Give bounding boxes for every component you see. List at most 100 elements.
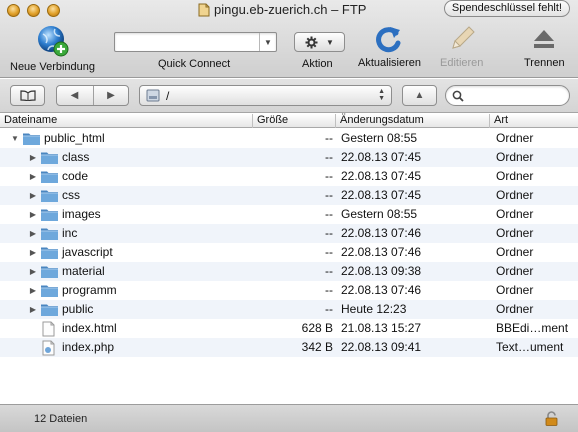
column-header-name[interactable]: Dateiname — [0, 114, 253, 128]
search-field[interactable] — [445, 85, 570, 106]
quick-connect-input[interactable] — [115, 33, 257, 51]
disclosure-open-icon[interactable]: ▼ — [10, 129, 20, 148]
search-input[interactable] — [468, 88, 563, 103]
file-size: -- — [325, 150, 333, 164]
file-row[interactable]: ▶ programm -- 22.08.13 07:46 Ordner — [0, 281, 578, 300]
column-header-size[interactable]: Größe — [253, 114, 336, 128]
folder-icon — [40, 188, 59, 203]
disclosure-closed-icon[interactable]: ▶ — [28, 224, 38, 243]
file-name: public — [62, 302, 94, 316]
globe-plus-icon — [37, 26, 68, 57]
file-row[interactable]: ▶ inc -- 22.08.13 07:46 Ordner — [0, 224, 578, 243]
history-nav: ◀ ▶ — [56, 85, 129, 106]
pencil-icon — [451, 26, 475, 49]
disclosure-closed-icon[interactable]: ▶ — [28, 281, 38, 300]
disclosure-closed-icon[interactable]: ▶ — [28, 205, 38, 224]
file-date: 22.08.13 07:46 — [341, 245, 422, 259]
path-text: / — [166, 88, 170, 103]
file-row[interactable]: ▶ class -- 22.08.13 07:45 Ordner — [0, 148, 578, 167]
file-kind: Ordner — [496, 131, 534, 145]
file-row[interactable]: ▶ css -- 22.08.13 07:45 Ordner — [0, 186, 578, 205]
parent-folder-button[interactable]: ▲ — [402, 85, 437, 106]
gear-icon — [305, 36, 318, 48]
file-kind: Ordner — [496, 207, 534, 221]
folder-icon — [22, 131, 41, 146]
book-icon — [19, 90, 36, 101]
chevron-down-icon: ▼ — [326, 37, 334, 47]
window-title-area: pingu.eb-zuerich.ch – FTP — [198, 2, 366, 17]
folder-icon — [40, 302, 59, 317]
file-row[interactable]: ▼ public_html -- Gestern 08:55 Ordner — [0, 129, 578, 148]
chevron-down-icon[interactable]: ▼ — [259, 33, 276, 51]
zoom-button[interactable] — [47, 4, 60, 17]
edit-label: Editieren — [440, 57, 484, 69]
lock-icon[interactable] — [545, 411, 558, 426]
file-name: index.php — [62, 340, 115, 354]
file-row[interactable]: ▶ javascript -- 22.08.13 07:46 Ordner — [0, 243, 578, 262]
file-row[interactable]: ▶ public -- Heute 12:23 Ordner — [0, 300, 578, 319]
file-kind: Ordner — [496, 226, 534, 240]
file-size: -- — [325, 245, 333, 259]
file-kind: Ordner — [496, 245, 534, 259]
bookmarks-button[interactable] — [10, 85, 45, 106]
file-name: programm — [62, 283, 117, 297]
status-bar: 12 Dateien — [0, 404, 578, 432]
folder-icon — [40, 150, 59, 165]
disclosure-closed-icon[interactable]: ▶ — [28, 167, 38, 186]
file-kind: Ordner — [496, 169, 534, 183]
column-header-kind[interactable]: Art — [490, 114, 578, 128]
file-name: index.html — [62, 321, 117, 335]
path-selector[interactable]: / ▲ ▼ — [139, 85, 392, 106]
donation-key-badge[interactable]: Spendeschlüssel fehlt! — [443, 0, 570, 17]
file-row[interactable]: index.html 628 B 21.08.13 15:27 BBEdi…ment — [0, 319, 578, 338]
disclosure-closed-icon[interactable]: ▶ — [28, 262, 38, 281]
php-file-icon — [41, 340, 56, 356]
file-date: Heute 12:23 — [341, 302, 407, 316]
file-date: 21.08.13 15:27 — [341, 321, 422, 335]
back-button[interactable]: ◀ — [57, 86, 93, 105]
ftp-window: pingu.eb-zuerich.ch – FTP Spendeschlüsse… — [0, 0, 578, 432]
action-menu-button[interactable]: ▼ — [294, 32, 345, 52]
file-row[interactable]: index.php 342 B 22.08.13 09:41 Text…ument — [0, 338, 578, 357]
file-row[interactable]: ▶ images -- Gestern 08:55 Ordner — [0, 205, 578, 224]
quick-connect-combo[interactable]: ▼ — [114, 32, 277, 52]
chevron-left-icon: ◀ — [70, 90, 79, 101]
disk-icon — [146, 89, 160, 102]
column-header-date[interactable]: Änderungsdatum — [336, 114, 490, 128]
arrow-up-icon: ▲ — [414, 90, 425, 101]
folder-icon — [40, 169, 59, 184]
close-button[interactable] — [7, 4, 20, 17]
file-kind: Ordner — [496, 283, 534, 297]
file-row[interactable]: ▶ material -- 22.08.13 09:38 Ordner — [0, 262, 578, 281]
edit-button[interactable]: Editieren — [440, 24, 483, 69]
refresh-button[interactable]: Aktualisieren — [358, 24, 421, 69]
file-name: class — [62, 150, 90, 164]
window-controls — [7, 4, 60, 17]
disclosure-closed-icon[interactable]: ▶ — [28, 186, 38, 205]
file-name: css — [62, 188, 80, 202]
disclosure-closed-icon[interactable]: ▶ — [28, 243, 38, 262]
window-title: pingu.eb-zuerich.ch – FTP — [214, 2, 367, 17]
file-date: 22.08.13 09:41 — [341, 340, 422, 354]
forward-button[interactable]: ▶ — [92, 86, 129, 105]
file-size: -- — [325, 283, 333, 297]
file-name: code — [62, 169, 89, 183]
refresh-icon — [376, 27, 401, 53]
file-row[interactable]: ▶ code -- 22.08.13 07:45 Ordner — [0, 167, 578, 186]
new-connection-label: Neue Verbindung — [10, 61, 96, 73]
refresh-label: Aktualisieren — [358, 57, 421, 69]
file-kind: Ordner — [496, 188, 534, 202]
folder-icon — [40, 207, 59, 222]
file-date: 22.08.13 07:45 — [341, 150, 422, 164]
new-connection-button[interactable]: Neue Verbindung — [10, 24, 95, 73]
minimize-button[interactable] — [27, 4, 40, 17]
disclosure-closed-icon[interactable]: ▶ — [28, 300, 38, 319]
file-size: -- — [325, 131, 333, 145]
folder-icon — [40, 264, 59, 279]
disconnect-button[interactable]: Trennen — [524, 24, 565, 69]
file-count: 12 Dateien — [34, 413, 88, 425]
file-date: 22.08.13 09:38 — [341, 264, 422, 278]
updown-arrows-icon: ▲ ▼ — [378, 88, 385, 102]
disclosure-closed-icon[interactable]: ▶ — [28, 148, 38, 167]
file-date: Gestern 08:55 — [341, 207, 418, 221]
